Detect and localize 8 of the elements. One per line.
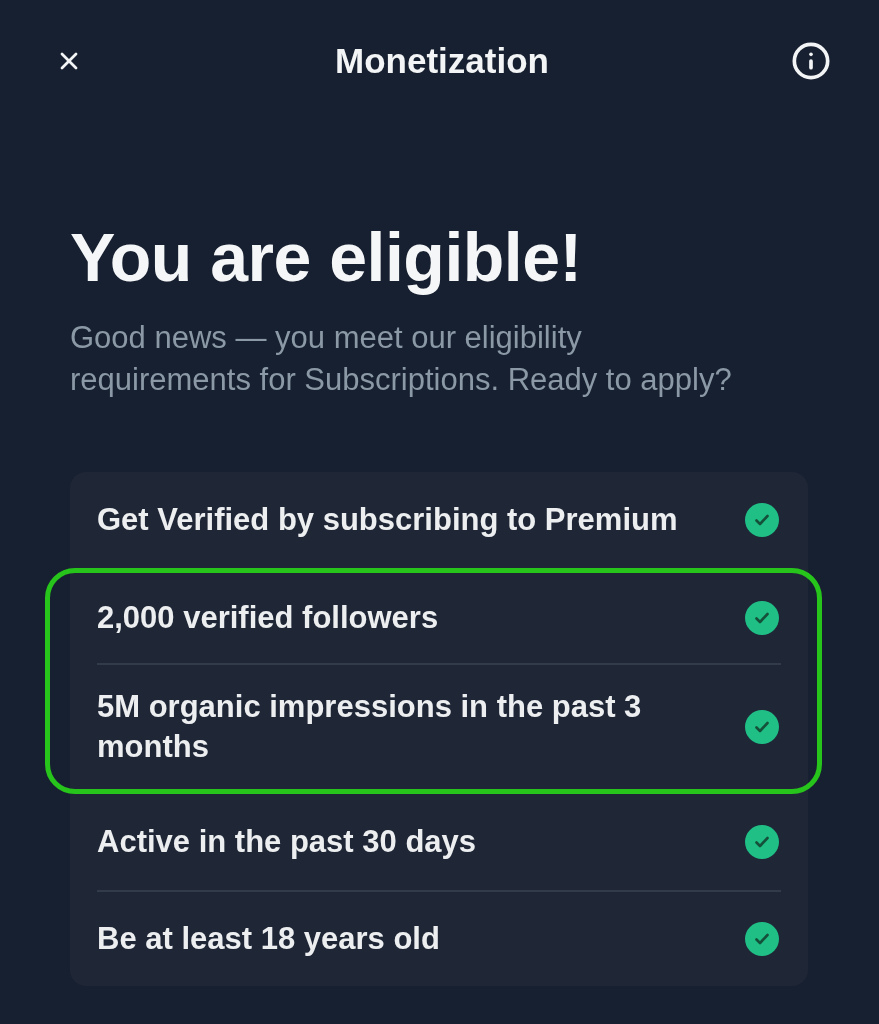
- requirement-text: Be at least 18 years old: [97, 919, 440, 958]
- requirement-text: 5M organic impressions in the past 3 months: [97, 687, 643, 766]
- requirement-text: Get Verified by subscribing to Premium: [97, 500, 678, 539]
- page-title: Monetization: [335, 41, 549, 81]
- requirement-text: Active in the past 30 days: [97, 822, 477, 861]
- eligibility-heading: You are eligible!: [70, 220, 583, 295]
- requirement-text: 2,000 verified followers: [97, 598, 439, 637]
- eligibility-description: Good news — you meet our eligibility requirements for Subscriptions. Ready to apply?: [70, 318, 733, 399]
